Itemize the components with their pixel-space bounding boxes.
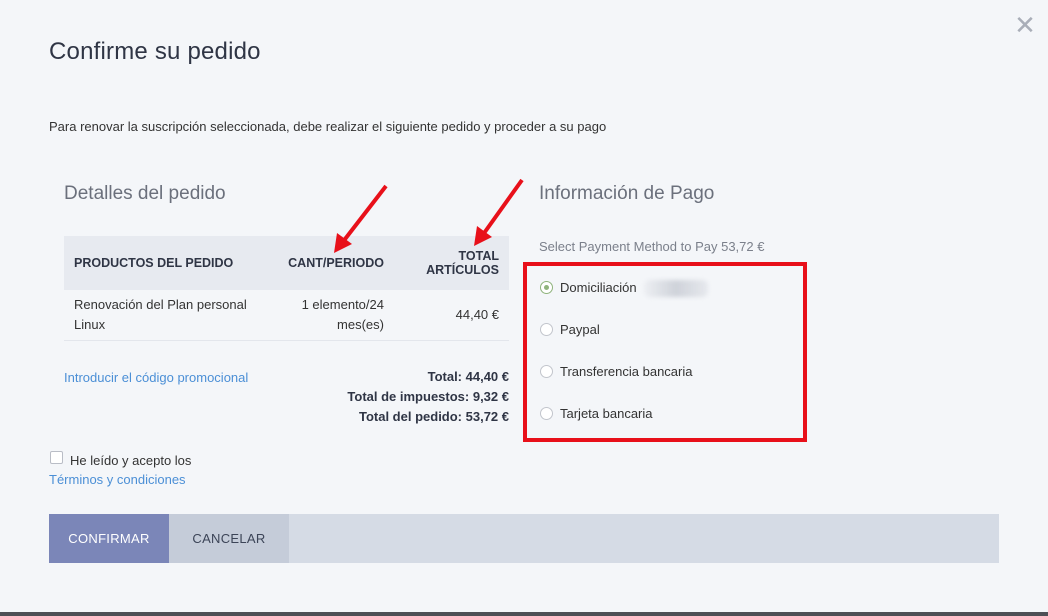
annotation-arrows bbox=[334, 178, 524, 253]
confirm-order-modal: ✕ Confirme su pedido Para renovar la sus… bbox=[0, 0, 1048, 612]
annotation-arrow-icon bbox=[480, 178, 524, 238]
annotation-arrow-icon bbox=[340, 184, 388, 245]
bottom-strip bbox=[0, 612, 1048, 616]
